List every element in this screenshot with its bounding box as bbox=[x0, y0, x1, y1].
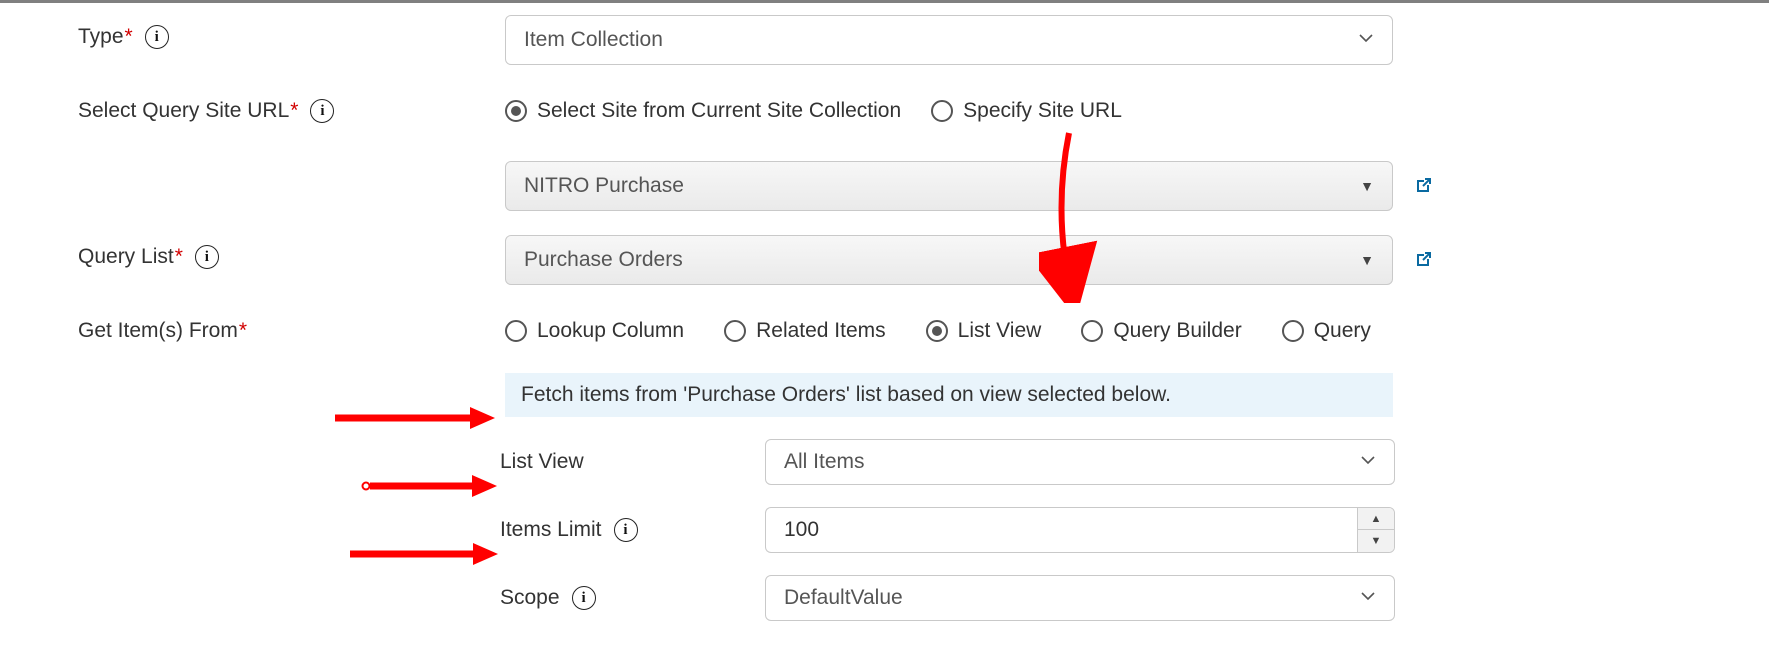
label-type-text: Type bbox=[78, 25, 124, 49]
type-select[interactable]: Item Collection bbox=[505, 15, 1393, 65]
label-list-view: List View bbox=[0, 439, 765, 485]
radio-related-items[interactable]: Related Items bbox=[724, 319, 886, 343]
query-list-select-value: Purchase Orders bbox=[524, 248, 683, 272]
row-list-view: List View All Items bbox=[0, 439, 1769, 485]
radio-outer-icon bbox=[1081, 320, 1103, 342]
radio-specify-label: Specify Site URL bbox=[963, 99, 1122, 123]
radio-outer-icon bbox=[926, 320, 948, 342]
label-scope: Scope i bbox=[0, 575, 765, 621]
radio-list-view-label: List View bbox=[958, 319, 1042, 343]
radio-related-label: Related Items bbox=[756, 319, 886, 343]
radio-outer-icon bbox=[724, 320, 746, 342]
open-in-new-icon[interactable] bbox=[1411, 174, 1435, 198]
site-select[interactable]: NITRO Purchase ▼ bbox=[505, 161, 1393, 211]
spinner: ▲ ▼ bbox=[1357, 507, 1395, 553]
radio-lookup-column[interactable]: Lookup Column bbox=[505, 319, 684, 343]
site-url-radio-group: Select Site from Current Site Collection… bbox=[505, 89, 1669, 133]
items-limit-stepper: ▲ ▼ bbox=[765, 507, 1395, 553]
chevron-down-icon bbox=[1358, 30, 1374, 51]
site-url-controls: Select Site from Current Site Collection… bbox=[505, 89, 1769, 211]
row-query-list: Query List* i Purchase Orders ▼ bbox=[0, 235, 1769, 285]
helper-text: Fetch items from 'Purchase Orders' list … bbox=[521, 383, 1171, 406]
radio-select-current-site[interactable]: Select Site from Current Site Collection bbox=[505, 99, 901, 123]
helper-banner: Fetch items from 'Purchase Orders' list … bbox=[505, 373, 1393, 417]
required-mark: * bbox=[125, 25, 133, 49]
list-view-select-value: All Items bbox=[784, 450, 865, 474]
required-mark: * bbox=[239, 319, 247, 343]
radio-inner-icon bbox=[932, 326, 942, 336]
label-items-limit-text: Items Limit bbox=[500, 518, 602, 542]
row-type: Type* i Item Collection bbox=[0, 15, 1769, 65]
scope-select[interactable]: DefaultValue bbox=[765, 575, 1395, 621]
row-site-url: Select Query Site URL* i Select Site fro… bbox=[0, 89, 1769, 211]
query-list-select[interactable]: Purchase Orders ▼ bbox=[505, 235, 1393, 285]
radio-outer-icon bbox=[1282, 320, 1304, 342]
chevron-down-icon bbox=[1360, 588, 1376, 609]
radio-current-label: Select Site from Current Site Collection bbox=[537, 99, 901, 123]
items-limit-input[interactable] bbox=[765, 507, 1357, 553]
row-scope: Scope i DefaultValue bbox=[0, 575, 1769, 621]
radio-outer-icon bbox=[505, 100, 527, 122]
radio-lookup-label: Lookup Column bbox=[537, 319, 684, 343]
label-scope-text: Scope bbox=[500, 586, 560, 610]
radio-list-view[interactable]: List View bbox=[926, 319, 1042, 343]
label-site-url: Select Query Site URL* i bbox=[0, 89, 505, 133]
radio-outer-icon bbox=[931, 100, 953, 122]
info-icon[interactable]: i bbox=[145, 25, 169, 49]
chevron-down-icon bbox=[1360, 452, 1376, 473]
type-select-value: Item Collection bbox=[524, 28, 663, 52]
radio-query-builder[interactable]: Query Builder bbox=[1081, 319, 1241, 343]
spinner-down-button[interactable]: ▼ bbox=[1358, 530, 1394, 552]
list-view-control: All Items bbox=[765, 439, 1395, 485]
row-items-limit: Items Limit i ▲ ▼ bbox=[0, 507, 1769, 553]
get-items-controls: Lookup Column Related Items List View Qu… bbox=[505, 309, 1769, 417]
label-get-items-text: Get Item(s) From bbox=[78, 319, 238, 343]
type-control: Item Collection bbox=[505, 15, 1769, 65]
scope-control: DefaultValue bbox=[765, 575, 1395, 621]
caret-down-icon: ▼ bbox=[1360, 252, 1374, 268]
label-query-list: Query List* i bbox=[0, 235, 505, 279]
caret-down-icon: ▼ bbox=[1360, 178, 1374, 194]
required-mark: * bbox=[290, 99, 298, 123]
spinner-up-button[interactable]: ▲ bbox=[1358, 508, 1394, 530]
list-view-select[interactable]: All Items bbox=[765, 439, 1395, 485]
radio-query[interactable]: Query bbox=[1282, 319, 1371, 343]
items-limit-control: ▲ ▼ bbox=[765, 507, 1395, 553]
site-select-value: NITRO Purchase bbox=[524, 174, 684, 198]
radio-builder-label: Query Builder bbox=[1113, 319, 1241, 343]
row-get-items: Get Item(s) From* Lookup Column Related … bbox=[0, 309, 1769, 417]
open-in-new-icon[interactable] bbox=[1411, 248, 1435, 272]
get-items-radio-group: Lookup Column Related Items List View Qu… bbox=[505, 309, 1669, 353]
label-type: Type* i bbox=[0, 15, 505, 59]
info-icon[interactable]: i bbox=[572, 586, 596, 610]
config-form: Type* i Item Collection Select Query Sit… bbox=[0, 3, 1769, 671]
required-mark: * bbox=[175, 245, 183, 269]
info-icon[interactable]: i bbox=[614, 518, 638, 542]
label-items-limit: Items Limit i bbox=[0, 507, 765, 553]
label-list-view-text: List View bbox=[500, 450, 584, 474]
query-list-control: Purchase Orders ▼ bbox=[505, 235, 1769, 285]
info-icon[interactable]: i bbox=[310, 99, 334, 123]
label-query-list-text: Query List bbox=[78, 245, 174, 269]
radio-query-label: Query bbox=[1314, 319, 1371, 343]
radio-inner-icon bbox=[511, 106, 521, 116]
label-site-url-text: Select Query Site URL bbox=[78, 99, 289, 123]
radio-outer-icon bbox=[505, 320, 527, 342]
radio-specify-site-url[interactable]: Specify Site URL bbox=[931, 99, 1122, 123]
scope-select-value: DefaultValue bbox=[784, 586, 903, 610]
info-icon[interactable]: i bbox=[195, 245, 219, 269]
label-get-items: Get Item(s) From* bbox=[0, 309, 505, 353]
